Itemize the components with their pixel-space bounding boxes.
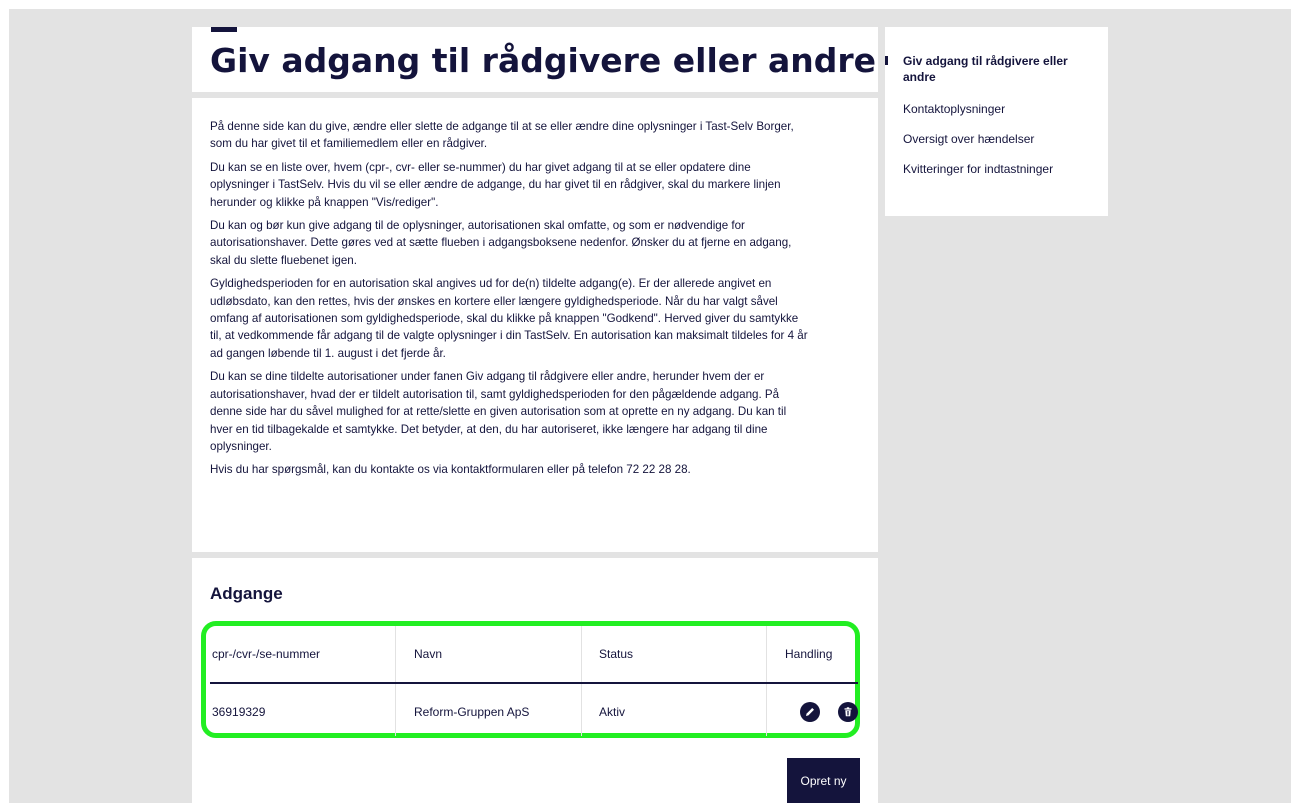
edit-button[interactable] — [800, 702, 820, 722]
intro-paragraph: Du kan og bør kun give adgang til de opl… — [210, 219, 792, 267]
toc-item-oversigt[interactable]: Oversigt over hændelser — [903, 131, 1098, 147]
toc-card: Giv adgang til rådgivere eller andre Kon… — [885, 27, 1108, 216]
toc-item-kvitteringer[interactable]: Kvitteringer for indtastninger — [903, 161, 1098, 177]
toc-item-giv-adgang[interactable]: Giv adgang til rådgivere eller andre — [903, 53, 1098, 85]
intro-paragraph: Du kan se dine tildelte autorisationer u… — [210, 370, 787, 453]
access-section-title: Adgange — [210, 584, 283, 603]
intro-paragraph: Hvis du har spørgsmål, kan du kontakte o… — [210, 463, 691, 477]
column-header-number[interactable]: cpr-/cvr-/se-nummer — [212, 647, 320, 661]
create-new-button[interactable]: Opret ny — [787, 758, 860, 803]
column-header-status[interactable]: Status — [599, 647, 633, 661]
page-title: Giv adgang til rådgivere eller andre — [210, 41, 876, 80]
toc-active-marker — [885, 56, 888, 65]
column-divider — [766, 626, 767, 736]
column-header-name[interactable]: Navn — [414, 647, 442, 661]
delete-button[interactable] — [838, 702, 858, 722]
trash-icon — [844, 707, 852, 717]
access-table: cpr-/cvr-/se-nummer Navn Status Handling… — [210, 626, 858, 736]
column-divider — [395, 626, 396, 736]
column-header-action: Handling — [785, 647, 833, 661]
title-accent-bar — [211, 27, 237, 32]
row-actions — [800, 702, 858, 722]
column-divider — [581, 626, 582, 736]
intro-card: På denne side kan du give, ændre eller s… — [192, 98, 878, 552]
row-number: 36919329 — [212, 705, 266, 719]
toc-item-kontaktoplysninger[interactable]: Kontaktoplysninger — [903, 101, 1098, 117]
access-card: Adgange cpr-/cvr-/se-nummer Navn Status … — [192, 558, 878, 803]
toc-list: Giv adgang til rådgivere eller andre Kon… — [903, 53, 1098, 177]
table-header-divider — [210, 682, 858, 684]
intro-paragraph: Gyldighedsperioden for en autorisation s… — [210, 277, 808, 360]
title-card: Giv adgang til rådgivere eller andre — [192, 27, 878, 92]
pencil-icon — [806, 708, 814, 716]
intro-paragraph: Du kan se en liste over, hvem (cpr-, cvr… — [210, 160, 781, 209]
intro-paragraph: På denne side kan du give, ændre eller s… — [210, 120, 794, 151]
intro-text: På denne side kan du give, ændre eller s… — [210, 118, 810, 485]
row-status: Aktiv — [599, 705, 626, 719]
row-name: Reform-Gruppen ApS — [414, 705, 530, 719]
